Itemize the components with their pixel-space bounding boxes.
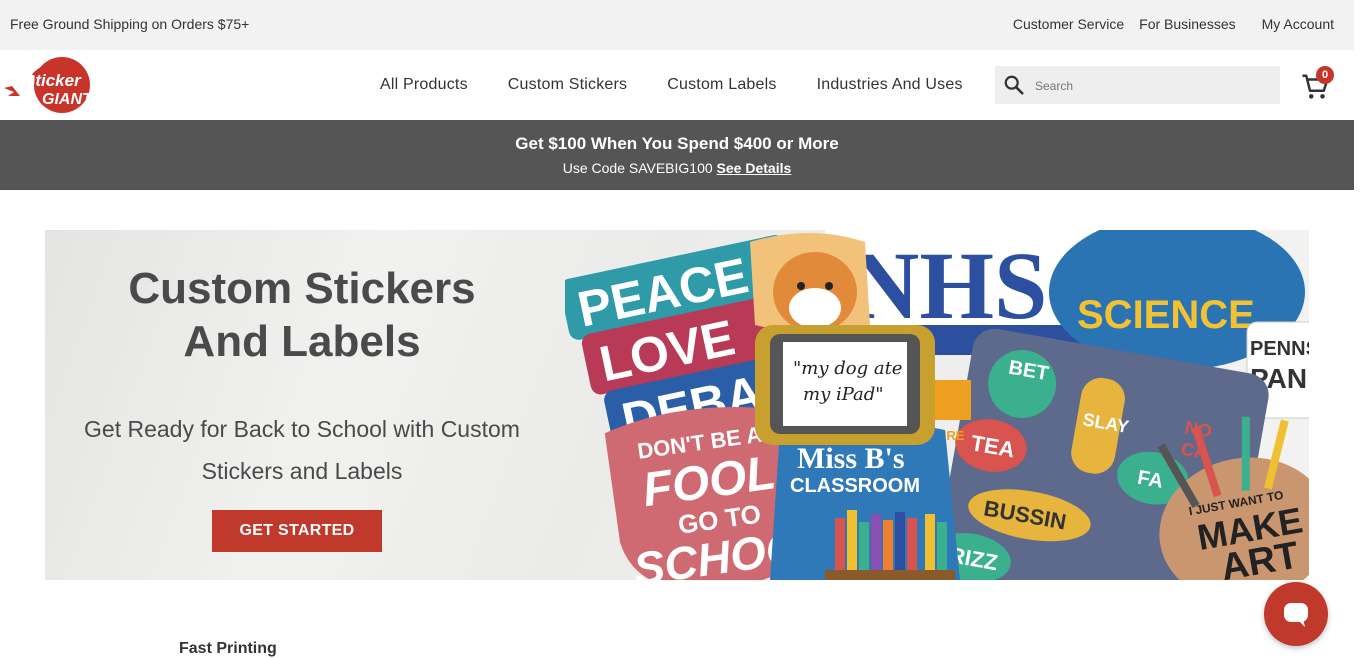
svg-text:FA: FA: [1136, 467, 1165, 493]
customer-service-link[interactable]: Customer Service: [1013, 16, 1124, 32]
svg-text:NHS: NHS: [850, 232, 1047, 339]
svg-text:PENNS: PENNS: [1250, 338, 1309, 360]
sticker-giant-logo[interactable]: Sticker GIANT: [4, 56, 98, 114]
svg-text:Miss B's: Miss B's: [797, 442, 905, 475]
see-details-link[interactable]: See Details: [717, 160, 792, 176]
promo-banner: Get $100 When You Spend $400 or More Use…: [0, 120, 1354, 190]
svg-text:my iPad": my iPad": [803, 384, 884, 405]
for-businesses-link[interactable]: For Businesses: [1139, 16, 1235, 32]
utility-links: Customer Service For Businesses My Accou…: [998, 16, 1334, 32]
hero-title: Custom Stickers And Labels: [45, 262, 559, 368]
hero-title-line-1: Custom Stickers: [128, 264, 476, 313]
svg-text:"my dog ate: "my dog ate: [793, 358, 902, 379]
my-account-link[interactable]: My Account: [1262, 16, 1334, 32]
promo-code-line: Use Code SAVEBIG100 See Details: [0, 160, 1354, 176]
promo-headline: Get $100 When You Spend $400 or More: [515, 134, 839, 153]
chat-bubble-icon: [1284, 603, 1308, 627]
hero-title-line-2: And Labels: [183, 317, 421, 366]
hero-section: Custom Stickers And Labels Get Ready for…: [45, 230, 1309, 580]
svg-text:Sticker: Sticker: [24, 71, 82, 90]
get-started-button[interactable]: GET STARTED: [212, 510, 382, 552]
main-nav: All Products Custom Stickers Custom Labe…: [380, 76, 1003, 94]
promo-code-text: Use Code SAVEBIG100: [562, 160, 713, 176]
nav-all-products[interactable]: All Products: [380, 76, 468, 94]
svg-text:SCIENCE: SCIENCE: [1077, 293, 1255, 337]
search-input[interactable]: [1033, 66, 1272, 106]
cart-count-badge: 0: [1316, 66, 1334, 84]
fast-printing-heading: Fast Printing: [179, 640, 277, 657]
chat-button[interactable]: [1264, 582, 1328, 646]
utility-bar: Free Ground Shipping on Orders $75+ Cust…: [0, 0, 1354, 50]
search-box[interactable]: [995, 66, 1280, 106]
svg-text:GIANT: GIANT: [42, 91, 93, 108]
nav-custom-stickers[interactable]: Custom Stickers: [508, 76, 627, 94]
hero-subtitle: Get Ready for Back to School with Custom…: [84, 416, 520, 484]
hero-sticker-collage: NHS SCIENCE PENNS PAN PEACE LOVE DEBATE …: [565, 230, 1309, 580]
svg-text:CLASSROOM: CLASSROOM: [790, 475, 920, 497]
nav-industries-and-uses[interactable]: Industries And Uses: [817, 76, 963, 94]
search-icon[interactable]: [1003, 74, 1025, 96]
shipping-promo-text: Free Ground Shipping on Orders $75+: [10, 16, 250, 32]
nav-custom-labels[interactable]: Custom Labels: [667, 76, 776, 94]
cart-button[interactable]: 0: [1300, 66, 1334, 102]
site-header: Sticker GIANT All Products Custom Sticke…: [0, 50, 1354, 120]
